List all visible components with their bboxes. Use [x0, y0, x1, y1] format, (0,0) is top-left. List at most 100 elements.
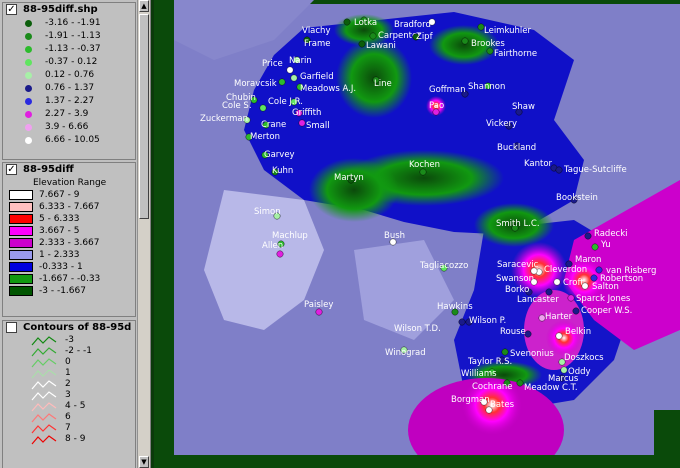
map-point-label: Radecki — [594, 229, 628, 239]
theme-contours[interactable]: Contours of 88-95d -3 -2 - -1 0 1 2 3 4 - 5678… — [2, 320, 136, 468]
map-point-label: Fairthorne — [494, 49, 537, 59]
theme-points-checkbox[interactable]: ✓ — [6, 4, 17, 15]
map-point-label: Swanson — [496, 274, 534, 284]
elevation-subtitle: Elevation Range — [33, 178, 107, 188]
theme-elevation-header[interactable]: ✓ 88-95diff — [3, 163, 135, 177]
theme-contours-checkbox[interactable] — [6, 322, 17, 333]
map-point-marker[interactable] — [553, 278, 561, 286]
scrollbar-thumb[interactable] — [139, 14, 149, 219]
map-point-marker[interactable] — [581, 282, 589, 290]
points-class-label: -1.91 - -1.13 — [45, 31, 101, 41]
map-point-label: Frame — [304, 39, 330, 49]
map-point-marker[interactable] — [343, 18, 351, 26]
map-point-label: Bush — [384, 231, 405, 241]
elevation-class-0: 7.667 - 9 — [3, 189, 135, 201]
map-point-marker[interactable] — [259, 104, 267, 112]
legend-dot-icon — [25, 33, 32, 40]
map-point-label: Wilson T.D. — [394, 324, 441, 334]
scroll-up-arrow-icon[interactable]: ▲ — [139, 0, 149, 12]
contour-line-icon — [31, 336, 57, 346]
map-point-marker[interactable] — [555, 166, 563, 174]
scroll-down-arrow-icon[interactable]: ▼ — [139, 456, 149, 468]
map-point-marker[interactable] — [278, 78, 286, 86]
elevation-class-label: 2.333 - 3.667 — [39, 238, 100, 248]
map-point-label: Harter — [545, 312, 573, 322]
map-point-marker[interactable] — [567, 294, 575, 302]
points-class-label: 0.76 - 1.37 — [45, 83, 95, 93]
legend-dot-icon — [25, 124, 32, 131]
map-point-marker[interactable] — [590, 274, 598, 282]
legend-scrollbar[interactable]: ▲ ▼ — [137, 0, 150, 468]
map-point-marker[interactable] — [555, 332, 563, 340]
map-point-marker[interactable] — [276, 250, 284, 258]
legend-dot-icon — [25, 46, 32, 53]
map-point-marker[interactable] — [501, 348, 509, 356]
theme-elevation-checkbox[interactable]: ✓ — [6, 164, 17, 175]
map-point-label: Svenonius — [510, 349, 554, 359]
legend-dot-icon — [25, 137, 32, 144]
theme-elevation-title: 88-95diff — [23, 164, 74, 175]
theme-contours-header[interactable]: Contours of 88-95d — [3, 321, 135, 335]
elevation-class-list: 7.667 - 9 6.333 - 7.667 5 - 6.333 3.667 - 5… — [3, 189, 135, 297]
map-point-label: Zuckerman — [200, 114, 248, 124]
elevation-class-1: 6.333 - 7.667 — [3, 201, 135, 213]
map-point-marker[interactable] — [298, 119, 306, 127]
map-point-label: Kantor — [524, 159, 553, 169]
legend-swatch-icon — [9, 214, 33, 224]
points-class-6: 1.37 - 2.27 — [3, 95, 135, 108]
map-point-marker[interactable] — [486, 47, 494, 55]
map-point-marker[interactable] — [595, 266, 603, 274]
contour-class-0: -3 — [3, 335, 135, 346]
contour-class-7: 6 — [3, 412, 135, 423]
map-point-label: Tagliacozzo — [419, 261, 468, 271]
map-point-marker[interactable] — [290, 74, 298, 82]
map-point-label: Cochrane — [472, 382, 513, 392]
map-point-marker[interactable] — [458, 318, 466, 326]
map-point-label: Allen — [262, 241, 283, 251]
contour-class-label: -3 — [65, 335, 74, 345]
map-point-label: Brookes — [471, 39, 505, 49]
map-point-label: Salton — [592, 282, 619, 292]
points-class-label: -3.16 - -1.91 — [45, 18, 101, 28]
points-class-label: 3.9 - 6.66 — [45, 122, 89, 132]
map-point-label: Bates — [490, 400, 515, 410]
contour-class-8: 7 — [3, 423, 135, 434]
map-point-label: Winograd — [385, 348, 426, 358]
map-point-label: Goffman — [429, 85, 466, 95]
map-point-marker[interactable] — [369, 32, 377, 40]
map-point-label: Lawani — [366, 41, 396, 51]
map-point-marker[interactable] — [560, 366, 568, 374]
map-point-marker[interactable] — [572, 307, 580, 315]
map-point-marker[interactable] — [461, 37, 469, 45]
map-point-label: Borgman — [451, 395, 490, 405]
map-point-label: Williams — [461, 369, 497, 379]
points-class-7: 2.27 - 3.9 — [3, 108, 135, 121]
elevation-class-label: -0.333 - 1 — [39, 262, 83, 272]
elevation-class-4: 2.333 - 3.667 — [3, 237, 135, 249]
map-point-label: Sparck Jones — [576, 294, 631, 304]
elevation-class-2: 5 - 6.333 — [3, 213, 135, 225]
map-point-label: Taylor R.S. — [467, 357, 512, 367]
contour-class-5: 3 — [3, 390, 135, 401]
map-point-marker[interactable] — [358, 40, 366, 48]
map-point-label: Buckland — [497, 143, 536, 153]
map-point-marker[interactable] — [286, 66, 294, 74]
theme-elevation[interactable]: ✓ 88-95diff Elevation Range 7.667 - 9 6.3… — [2, 162, 136, 317]
map-point-marker[interactable] — [591, 243, 599, 251]
legend-swatch-icon — [9, 226, 33, 236]
map-point-label: Doszkocs — [564, 353, 604, 363]
contour-line-icon — [31, 424, 57, 434]
legend-swatch-icon — [9, 238, 33, 248]
map-point-label: Kuhn — [272, 166, 293, 176]
map-point-marker[interactable] — [584, 232, 592, 240]
points-class-5: 0.76 - 1.37 — [3, 82, 135, 95]
map-point-label: Bookstein — [556, 193, 598, 203]
contour-line-icon — [31, 358, 57, 368]
contour-line-icon — [31, 380, 57, 390]
theme-points[interactable]: ✓ 88-95diff.shp -3.16 - -1.91 -1.91 - -1.… — [2, 2, 136, 160]
theme-points-header[interactable]: ✓ 88-95diff.shp — [3, 3, 135, 17]
map-canvas[interactable]: VlachyLotka BradfordLeimkuhlerCarpenterLa… — [154, 0, 680, 468]
map-point-marker[interactable] — [516, 379, 524, 387]
map-point-label: Cooper W.S. — [581, 306, 632, 316]
map-point-label: Shaw — [512, 102, 535, 112]
